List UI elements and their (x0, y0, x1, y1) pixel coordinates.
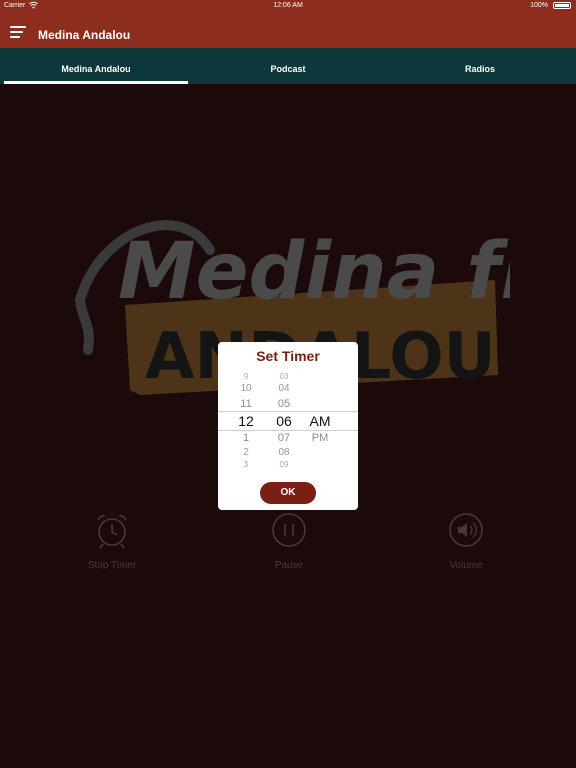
stop-timer-button[interactable]: Stop Timer (47, 510, 177, 571)
hour-wheel[interactable]: 9 10 11 12 1 2 3 (226, 372, 266, 470)
hour-option[interactable]: 3 (226, 460, 266, 470)
hour-option-selected[interactable]: 12 (226, 412, 266, 430)
pause-icon (272, 513, 306, 547)
minute-option[interactable]: 09 (264, 460, 304, 470)
period-wheel[interactable]: AM PM (300, 372, 340, 446)
hour-option[interactable]: 10 (226, 382, 266, 396)
logo-title: Medina fm (118, 227, 510, 317)
volume-icon (449, 513, 483, 547)
status-bar: Carrier 12:06 AM 100% (0, 0, 576, 12)
dialog-title: Set Timer (256, 348, 320, 364)
pause-label: Pause (274, 560, 304, 571)
minute-option[interactable]: 07 (264, 430, 304, 446)
hour-option[interactable]: 2 (226, 446, 266, 460)
tab-medina-andalou[interactable]: Medina Andalou (4, 48, 188, 84)
period-option[interactable]: PM (300, 430, 340, 446)
minute-option[interactable]: 05 (264, 396, 304, 412)
battery-percent: 100% (530, 2, 548, 9)
pause-button[interactable]: Pause (224, 510, 354, 571)
app-title: Medina Andalou (38, 28, 131, 42)
set-timer-dialog: Set Timer 9 10 11 12 1 2 3 03 04 05 06 0… (218, 342, 358, 510)
player-controls: Stop Timer Pause Volume (0, 510, 576, 590)
minute-option[interactable]: 04 (264, 382, 304, 396)
hour-option[interactable]: 11 (226, 396, 266, 412)
minute-option-selected[interactable]: 06 (264, 412, 304, 430)
period-option-selected[interactable]: AM (300, 412, 340, 430)
status-time: 12:06 AM (273, 2, 303, 9)
battery-icon (553, 2, 571, 9)
stop-timer-label: Stop Timer (87, 560, 137, 571)
tab-bar: Medina Andalou Podcast Radios (0, 48, 576, 84)
hour-option[interactable]: 1 (226, 430, 266, 446)
ok-button[interactable]: OK (260, 482, 316, 504)
tab-radios[interactable]: Radios (388, 48, 572, 84)
hour-option[interactable]: 9 (226, 372, 266, 382)
hamburger-menu-icon[interactable] (10, 26, 26, 38)
selected-tab-indicator (4, 81, 188, 84)
alarm-clock-icon (97, 515, 127, 549)
tab-podcast[interactable]: Podcast (196, 48, 380, 84)
time-picker[interactable]: 9 10 11 12 1 2 3 03 04 05 06 07 08 09 AM… (218, 372, 358, 470)
minute-option[interactable]: 08 (264, 446, 304, 460)
navigation-bar: Medina Andalou (0, 12, 576, 48)
volume-button[interactable]: Volume (401, 510, 531, 571)
volume-label: Volume (449, 560, 483, 571)
minute-option[interactable]: 03 (264, 372, 304, 382)
minute-wheel[interactable]: 03 04 05 06 07 08 09 (264, 372, 304, 470)
